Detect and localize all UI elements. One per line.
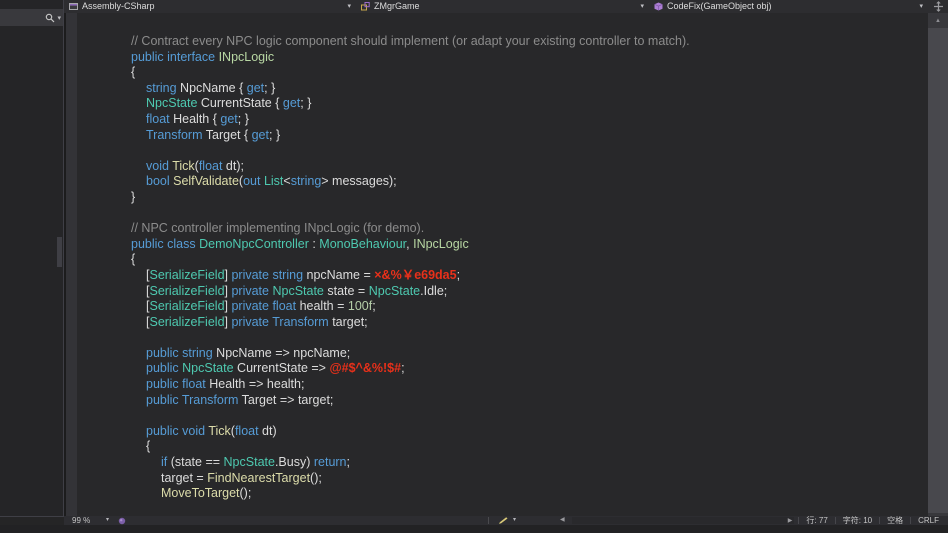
code-line: public string NpcName => npcName; — [77, 346, 928, 362]
class-icon — [361, 2, 370, 11]
pen-icon — [497, 517, 509, 525]
type-dropdown-arrow-icon: ▾ — [640, 0, 644, 13]
search-dropdown-arrow-icon[interactable]: ▾ — [57, 14, 61, 22]
type-dropdown[interactable]: ZMgrGame ▾ — [356, 0, 649, 13]
code-line — [77, 408, 928, 424]
scroll-up-button[interactable]: ▲ — [928, 13, 948, 28]
code-line: public class DemoNpcController : MonoBeh… — [77, 237, 928, 253]
bottom-left-corner — [0, 517, 64, 525]
bottom-bar-divider — [488, 517, 489, 524]
code-line: public Transform Target => target; — [77, 393, 928, 409]
code-line: { — [77, 252, 928, 268]
code-line: public NpcState CurrentState => @#$^&%!$… — [77, 361, 928, 377]
project-dropdown[interactable]: Assembly-CSharp ▾ — [64, 0, 356, 13]
line-number-indicator[interactable]: 行: 77 — [799, 516, 834, 525]
navigation-bar: Assembly-CSharp ▾ ZMgrGame ▾ CodeFix(Gam… — [64, 0, 948, 13]
vs-editor-window: ▾ Assembly-CSharp ▾ ZMgrGame ▾ — [0, 0, 948, 533]
code-line: { — [77, 65, 928, 81]
code-line: [SerializeField] private NpcState state … — [77, 284, 928, 300]
sidebar-search-box[interactable]: ▾ — [0, 9, 63, 26]
code-line: [SerializeField] private string npcName … — [77, 268, 928, 284]
scroll-up-icon: ▲ — [935, 18, 941, 24]
breakpoint-margin[interactable] — [66, 13, 77, 516]
code-line: [SerializeField] private float health = … — [77, 299, 928, 315]
sidebar-scrollbar-thumb[interactable] — [57, 237, 62, 267]
hscroll-left-button[interactable]: ◀ — [560, 516, 565, 525]
type-dropdown-label: ZMgrGame — [374, 0, 420, 13]
code-line: void Tick(float dt); — [77, 159, 928, 175]
char-position-indicator[interactable]: 字符: 10 — [836, 516, 879, 525]
window-bottom-strip — [0, 525, 948, 533]
window-split-handle[interactable] — [928, 0, 948, 13]
spaces-mode-indicator[interactable]: 空格 — [880, 516, 910, 525]
code-line: } — [77, 190, 928, 206]
zoom-level-control[interactable]: 99 % — [72, 516, 90, 525]
sidebar-panel: ▾ — [0, 0, 64, 517]
vertical-scrollbar[interactable]: ▲ — [928, 13, 948, 516]
code-line: public void Tick(float dt) — [77, 424, 928, 440]
code-line: MoveToTarget(); — [77, 486, 928, 502]
hscroll-right-button[interactable]: ▶ — [782, 517, 799, 524]
member-dropdown-label: CodeFix(GameObject obj) — [667, 0, 772, 13]
purple-dot-icon — [118, 517, 126, 525]
code-line: { — [77, 439, 928, 455]
project-icon — [69, 2, 78, 11]
code-line: Transform Target { get; } — [77, 128, 928, 144]
status-right-cluster: ▶ 行: 77 字符: 10 空格 CRLF — [782, 516, 946, 525]
method-cube-icon — [654, 2, 663, 11]
pen-dropdown-arrow-icon[interactable]: ▾ — [513, 516, 516, 525]
code-lines[interactable]: // Contract every NPC logic component sh… — [77, 13, 928, 516]
code-line: // NPC controller implementing INpcLogic… — [77, 221, 928, 237]
code-line: public float Health => health; — [77, 377, 928, 393]
code-line — [77, 143, 928, 159]
search-icon — [45, 13, 55, 23]
code-line: [SerializeField] private Transform targe… — [77, 315, 928, 331]
member-dropdown[interactable]: CodeFix(GameObject obj) ▾ — [649, 0, 928, 13]
code-line — [77, 206, 928, 222]
code-editor[interactable]: // Contract every NPC logic component sh… — [64, 13, 948, 516]
code-line: public interface INpcLogic — [77, 50, 928, 66]
line-ending-indicator[interactable]: CRLF — [911, 516, 946, 525]
code-line: NpcState CurrentState { get; } — [77, 96, 928, 112]
zoom-dropdown-arrow-icon[interactable]: ▾ — [106, 516, 109, 525]
code-line: target = FindNearestTarget(); — [77, 471, 928, 487]
code-line: bool SelfValidate(out List<string> messa… — [77, 174, 928, 190]
vertical-scrollbar-thumb[interactable] — [928, 28, 948, 513]
project-dropdown-label: Assembly-CSharp — [82, 0, 155, 13]
code-line — [77, 330, 928, 346]
split-cross-icon — [933, 1, 944, 12]
editor-bottom-bar: 99 % ▾ ▾ ◀ ▶ 行: 77 字符: 10 空格 CR — [64, 516, 948, 525]
code-line: float Health { get; } — [77, 112, 928, 128]
member-dropdown-arrow-icon: ▾ — [919, 0, 923, 13]
code-line: string NpcName { get; } — [77, 81, 928, 97]
project-dropdown-arrow-icon: ▾ — [347, 0, 351, 13]
code-line: // Contract every NPC logic component sh… — [77, 34, 928, 50]
code-line: if (state == NpcState.Busy) return; — [77, 455, 928, 471]
horizontal-scrollbar-track[interactable] — [572, 517, 794, 524]
